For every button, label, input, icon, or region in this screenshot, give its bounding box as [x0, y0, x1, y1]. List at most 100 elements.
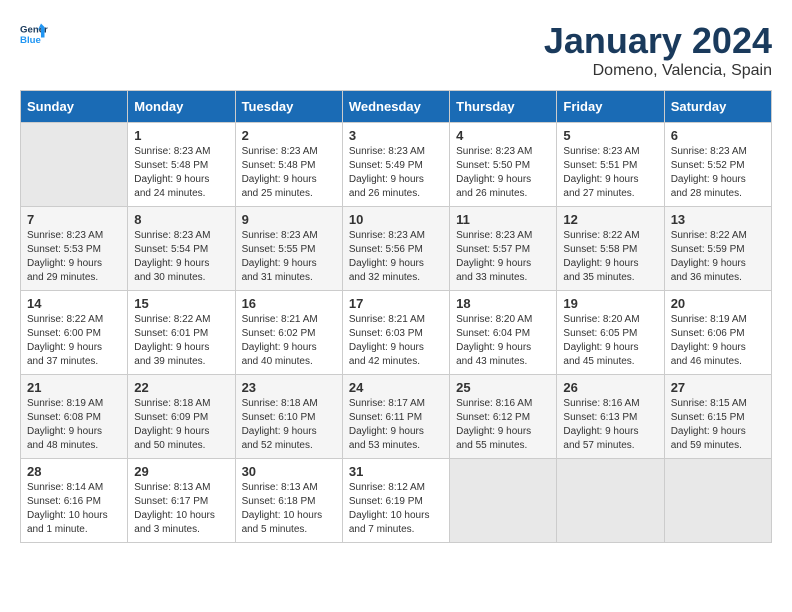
day-info: Sunrise: 8:23 AM Sunset: 5:48 PM Dayligh… — [242, 145, 336, 201]
day-number: 22 — [134, 380, 228, 395]
calendar-cell: 7 Sunrise: 8:23 AM Sunset: 5:53 PM Daylig… — [21, 207, 128, 291]
calendar-cell: 13Sunrise: 8:22 AM Sunset: 5:59 PM Dayli… — [664, 207, 771, 291]
day-info: Sunrise: 8:23 AM Sunset: 5:52 PM Dayligh… — [671, 145, 765, 201]
day-info: Sunrise: 8:23 AM Sunset: 5:51 PM Dayligh… — [563, 145, 657, 201]
day-number: 10 — [349, 212, 443, 227]
day-info: Sunrise: 8:16 AM Sunset: 6:13 PM Dayligh… — [563, 397, 657, 453]
calendar-cell: 14 Sunrise: 8:22 AM Sunset: 6:00 PM Dayli… — [21, 291, 128, 375]
day-number: 25 — [456, 380, 550, 395]
day-info: Sunrise: 8:15 AM Sunset: 6:15 PM Dayligh… — [671, 397, 765, 453]
calendar-cell — [21, 123, 128, 207]
calendar-cell: 8Sunrise: 8:23 AM Sunset: 5:54 PM Daylig… — [128, 207, 235, 291]
day-info: Sunrise: 8:22 AM Sunset: 6:01 PM Dayligh… — [134, 313, 228, 369]
weekday-header-wednesday: Wednesday — [342, 91, 449, 123]
weekday-header-tuesday: Tuesday — [235, 91, 342, 123]
day-info: Sunrise: 8:23 AM Sunset: 5:49 PM Dayligh… — [349, 145, 443, 201]
calendar-cell: 24 Sunrise: 8:17 AM Sunset: 6:11 PM Dayli… — [342, 375, 449, 459]
month-title: January 2024 — [544, 20, 772, 62]
day-number: 2 — [242, 128, 336, 143]
day-number: 17 — [349, 296, 443, 311]
day-number: 9 — [242, 212, 336, 227]
day-info: Sunrise: 8:19 AM Sunset: 6:08 PM Dayligh… — [27, 397, 121, 453]
calendar-cell: 30 Sunrise: 8:13 AM Sunset: 6:18 PM Dayli… — [235, 459, 342, 543]
calendar-cell: 19 Sunrise: 8:20 AM Sunset: 6:05 PM Dayli… — [557, 291, 664, 375]
calendar-cell: 17Sunrise: 8:21 AM Sunset: 6:03 PM Dayli… — [342, 291, 449, 375]
day-number: 16 — [242, 296, 336, 311]
day-number: 7 — [27, 212, 121, 227]
day-info: Sunrise: 8:14 AM Sunset: 6:16 PM Dayligh… — [27, 481, 121, 537]
calendar-cell: 26 Sunrise: 8:16 AM Sunset: 6:13 PM Dayli… — [557, 375, 664, 459]
day-info: Sunrise: 8:17 AM Sunset: 6:11 PM Dayligh… — [349, 397, 443, 453]
day-number: 19 — [563, 296, 657, 311]
day-info: Sunrise: 8:21 AM Sunset: 6:02 PM Dayligh… — [242, 313, 336, 369]
day-number: 23 — [242, 380, 336, 395]
day-info: Sunrise: 8:13 AM Sunset: 6:17 PM Dayligh… — [134, 481, 228, 537]
weekday-header-friday: Friday — [557, 91, 664, 123]
day-info: Sunrise: 8:18 AM Sunset: 6:09 PM Dayligh… — [134, 397, 228, 453]
day-info: Sunrise: 8:19 AM Sunset: 6:06 PM Dayligh… — [671, 313, 765, 369]
calendar-cell: 4 Sunrise: 8:23 AM Sunset: 5:50 PM Daylig… — [450, 123, 557, 207]
day-number: 12 — [563, 212, 657, 227]
day-info: Sunrise: 8:20 AM Sunset: 6:05 PM Dayligh… — [563, 313, 657, 369]
calendar-cell: 23Sunrise: 8:18 AM Sunset: 6:10 PM Dayli… — [235, 375, 342, 459]
day-number: 4 — [456, 128, 550, 143]
day-number: 8 — [134, 212, 228, 227]
day-info: Sunrise: 8:23 AM Sunset: 5:55 PM Dayligh… — [242, 229, 336, 285]
location-subtitle: Domeno, Valencia, Spain — [544, 62, 772, 80]
day-number: 20 — [671, 296, 765, 311]
calendar-cell: 3 Sunrise: 8:23 AM Sunset: 5:49 PM Daylig… — [342, 123, 449, 207]
day-info: Sunrise: 8:23 AM Sunset: 5:57 PM Dayligh… — [456, 229, 550, 285]
day-number: 14 — [27, 296, 121, 311]
calendar-cell: 16 Sunrise: 8:21 AM Sunset: 6:02 PM Dayli… — [235, 291, 342, 375]
day-info: Sunrise: 8:20 AM Sunset: 6:04 PM Dayligh… — [456, 313, 550, 369]
calendar-week-row: 14 Sunrise: 8:22 AM Sunset: 6:00 PM Dayli… — [21, 291, 772, 375]
day-number: 18 — [456, 296, 550, 311]
day-number: 21 — [27, 380, 121, 395]
day-info: Sunrise: 8:22 AM Sunset: 5:58 PM Dayligh… — [563, 229, 657, 285]
calendar-cell: 2 Sunrise: 8:23 AM Sunset: 5:48 PM Daylig… — [235, 123, 342, 207]
day-info: Sunrise: 8:13 AM Sunset: 6:18 PM Dayligh… — [242, 481, 336, 537]
calendar-cell: 22 Sunrise: 8:18 AM Sunset: 6:09 PM Dayli… — [128, 375, 235, 459]
day-info: Sunrise: 8:12 AM Sunset: 6:19 PM Dayligh… — [349, 481, 443, 537]
calendar-cell: 28Sunrise: 8:14 AM Sunset: 6:16 PM Dayli… — [21, 459, 128, 543]
calendar-cell: 18 Sunrise: 8:20 AM Sunset: 6:04 PM Dayli… — [450, 291, 557, 375]
day-info: Sunrise: 8:23 AM Sunset: 5:53 PM Dayligh… — [27, 229, 121, 285]
calendar-cell: 5 Sunrise: 8:23 AM Sunset: 5:51 PM Daylig… — [557, 123, 664, 207]
weekday-header-saturday: Saturday — [664, 91, 771, 123]
weekday-header-sunday: Sunday — [21, 91, 128, 123]
day-info: Sunrise: 8:23 AM Sunset: 5:50 PM Dayligh… — [456, 145, 550, 201]
calendar-week-row: 28Sunrise: 8:14 AM Sunset: 6:16 PM Dayli… — [21, 459, 772, 543]
day-number: 31 — [349, 464, 443, 479]
day-number: 5 — [563, 128, 657, 143]
day-number: 15 — [134, 296, 228, 311]
day-number: 27 — [671, 380, 765, 395]
logo: General Blue — [20, 20, 48, 48]
day-number: 3 — [349, 128, 443, 143]
day-info: Sunrise: 8:23 AM Sunset: 5:48 PM Dayligh… — [134, 145, 228, 201]
day-info: Sunrise: 8:22 AM Sunset: 6:00 PM Dayligh… — [27, 313, 121, 369]
weekday-header-thursday: Thursday — [450, 91, 557, 123]
calendar-cell — [664, 459, 771, 543]
calendar-cell: 9 Sunrise: 8:23 AM Sunset: 5:55 PM Daylig… — [235, 207, 342, 291]
calendar-cell: 25Sunrise: 8:16 AM Sunset: 6:12 PM Dayli… — [450, 375, 557, 459]
calendar-cell: 21 Sunrise: 8:19 AM Sunset: 6:08 PM Dayli… — [21, 375, 128, 459]
day-number: 13 — [671, 212, 765, 227]
calendar-table: SundayMondayTuesdayWednesdayThursdayFrid… — [20, 90, 772, 543]
calendar-cell — [450, 459, 557, 543]
svg-text:Blue: Blue — [20, 35, 41, 46]
logo-icon: General Blue — [20, 20, 48, 48]
calendar-cell: 15 Sunrise: 8:22 AM Sunset: 6:01 PM Dayli… — [128, 291, 235, 375]
day-info: Sunrise: 8:23 AM Sunset: 5:56 PM Dayligh… — [349, 229, 443, 285]
calendar-cell: 27 Sunrise: 8:15 AM Sunset: 6:15 PM Dayli… — [664, 375, 771, 459]
weekday-header-monday: Monday — [128, 91, 235, 123]
calendar-cell: 31 Sunrise: 8:12 AM Sunset: 6:19 PM Dayli… — [342, 459, 449, 543]
calendar-cell: 12 Sunrise: 8:22 AM Sunset: 5:58 PM Dayli… — [557, 207, 664, 291]
day-number: 1 — [134, 128, 228, 143]
page-header: General Blue January 2024 Domeno, Valenc… — [20, 20, 772, 80]
day-number: 26 — [563, 380, 657, 395]
day-number: 24 — [349, 380, 443, 395]
calendar-cell: 29 Sunrise: 8:13 AM Sunset: 6:17 PM Dayli… — [128, 459, 235, 543]
day-number: 29 — [134, 464, 228, 479]
day-number: 30 — [242, 464, 336, 479]
calendar-week-row: 21 Sunrise: 8:19 AM Sunset: 6:08 PM Dayli… — [21, 375, 772, 459]
